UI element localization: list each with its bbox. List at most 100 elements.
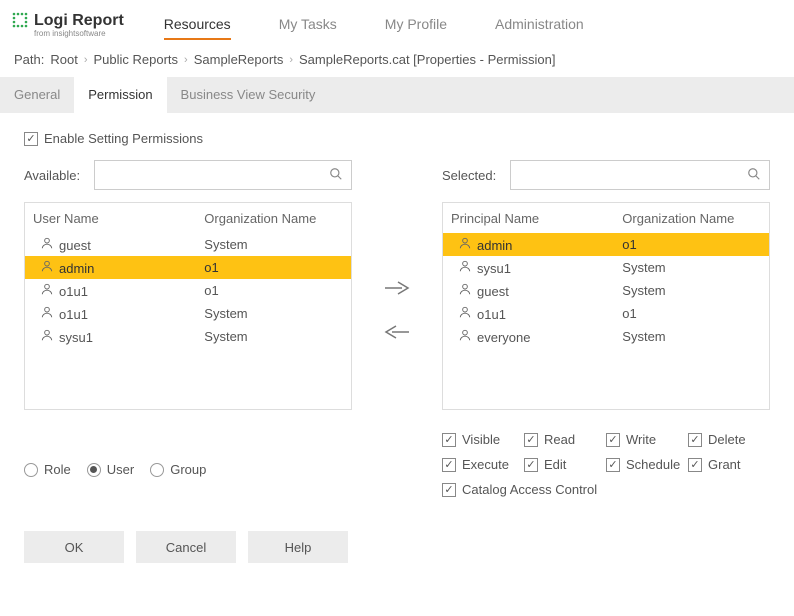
selected-org: System [622, 283, 769, 298]
available-row[interactable]: guest System [25, 233, 351, 256]
selected-name: guest [477, 284, 509, 299]
available-grid: User Name Organization Name guest System a… [24, 202, 352, 410]
lists-row: Available: User Name Organization Name g… [24, 160, 770, 410]
selected-row[interactable]: sysu1System [443, 256, 769, 279]
selected-name: sysu1 [477, 261, 511, 276]
breadcrumb-item[interactable]: Public Reports [94, 52, 179, 67]
breadcrumb-item: SampleReports.cat [Properties - Permissi… [299, 52, 555, 67]
available-panel: Available: User Name Organization Name g… [24, 160, 352, 410]
enable-permissions-label: Enable Setting Permissions [44, 131, 203, 146]
selected-row[interactable]: o1u1o1 [443, 302, 769, 325]
chevron-right-icon: › [84, 54, 88, 66]
available-col-org: Organization Name [204, 211, 351, 226]
selected-panel: Selected: Principal Name Organization Na… [442, 160, 770, 410]
perm-checkbox-grant[interactable] [688, 458, 702, 472]
breadcrumb: Path: Root›Public Reports›SampleReports›… [0, 42, 794, 77]
perm-read: Read [524, 432, 606, 447]
nav-item-my-tasks[interactable]: My Tasks [279, 10, 337, 40]
radio-user[interactable] [87, 463, 101, 477]
available-org: System [204, 329, 351, 344]
cancel-button[interactable]: Cancel [136, 531, 236, 563]
perm-checkbox-write[interactable] [606, 433, 620, 447]
dialog-buttons: OK Cancel Help [24, 531, 770, 563]
radio-group[interactable] [150, 463, 164, 477]
selected-row[interactable]: everyoneSystem [443, 325, 769, 348]
available-name: guest [59, 238, 91, 253]
tab-permission[interactable]: Permission [74, 77, 166, 113]
perm-checkbox-visible[interactable] [442, 433, 456, 447]
selected-search-input[interactable] [519, 168, 747, 183]
search-icon[interactable] [329, 167, 343, 184]
selected-org: o1 [622, 237, 769, 252]
perm-checkbox-delete[interactable] [688, 433, 702, 447]
user-icon [457, 259, 473, 273]
available-name: sysu1 [59, 330, 93, 345]
available-row[interactable]: o1u1 System [25, 302, 351, 325]
principal-type-radios: RoleUserGroup [24, 432, 216, 497]
ok-button[interactable]: OK [24, 531, 124, 563]
help-button[interactable]: Help [248, 531, 348, 563]
user-icon [457, 328, 473, 342]
available-name: admin [59, 261, 94, 276]
selected-label: Selected: [442, 168, 502, 183]
tab-business-view-security[interactable]: Business View Security [167, 77, 330, 113]
user-icon [457, 305, 473, 319]
enable-permissions-row: Enable Setting Permissions [24, 131, 770, 146]
available-org: o1 [204, 260, 351, 275]
permission-checkboxes: VisibleRead Write Delete Execute Edit Schedul… [442, 432, 770, 497]
tab-general[interactable]: General [0, 77, 74, 113]
logo-brand: Logi Report [34, 12, 124, 30]
perm-checkbox-execute[interactable] [442, 458, 456, 472]
enable-permissions-checkbox[interactable] [24, 132, 38, 146]
available-search-box [94, 160, 352, 190]
selected-org: System [622, 329, 769, 344]
available-org: System [204, 237, 351, 252]
available-org: System [204, 306, 351, 321]
nav-item-resources[interactable]: Resources [164, 10, 231, 40]
breadcrumb-item[interactable]: SampleReports [194, 52, 284, 67]
perm-catalog-access: Catalog Access Control [442, 482, 770, 497]
main-nav: Resources My Tasks My Profile Administratio… [164, 10, 584, 40]
perm-checkbox-schedule[interactable] [606, 458, 620, 472]
move-left-button[interactable] [384, 324, 410, 344]
selected-col-name: Principal Name [443, 211, 622, 226]
app-header: Logi Report from insightsoftware Resourc… [0, 0, 794, 42]
perm-checkbox-catalog[interactable] [442, 483, 456, 497]
perm-label: Catalog Access Control [462, 482, 597, 497]
perm-visible: Visible [442, 432, 524, 447]
selected-name: o1u1 [477, 307, 506, 322]
perm-delete: Delete [688, 432, 770, 447]
perm-write: Write [606, 432, 688, 447]
transfer-buttons [352, 160, 442, 344]
perm-label: Write [626, 432, 656, 447]
available-search-input[interactable] [103, 168, 329, 183]
move-right-button[interactable] [384, 280, 410, 300]
selected-row[interactable]: guest System [443, 279, 769, 302]
available-name: o1u1 [59, 307, 88, 322]
radio-role[interactable] [24, 463, 38, 477]
selected-row[interactable]: admin o1 [443, 233, 769, 256]
available-name: o1u1 [59, 284, 88, 299]
search-icon[interactable] [747, 167, 761, 184]
user-icon [39, 305, 55, 319]
perm-checkbox-edit[interactable] [524, 458, 538, 472]
available-row[interactable]: sysu1 System [25, 325, 351, 348]
perm-label: Grant [708, 457, 741, 472]
breadcrumb-item[interactable]: Root [50, 52, 77, 67]
available-row[interactable]: admin o1 [25, 256, 351, 279]
perm-label: Schedule [626, 457, 680, 472]
available-col-name: User Name [25, 211, 204, 226]
selected-name: admin [477, 238, 512, 253]
tab-bar: GeneralPermissionBusiness View Security [0, 77, 794, 113]
radio-label-group: Group [170, 462, 206, 477]
available-label: Available: [24, 168, 86, 183]
logo-subtitle: from insightsoftware [34, 29, 124, 38]
nav-item-my-profile[interactable]: My Profile [385, 10, 447, 40]
nav-item-administration[interactable]: Administration [495, 10, 584, 40]
available-row[interactable]: o1u1o1 [25, 279, 351, 302]
perm-label: Edit [544, 457, 566, 472]
perm-label: Execute [462, 457, 509, 472]
perm-label: Delete [708, 432, 746, 447]
selected-search-box [510, 160, 770, 190]
perm-checkbox-read[interactable] [524, 433, 538, 447]
